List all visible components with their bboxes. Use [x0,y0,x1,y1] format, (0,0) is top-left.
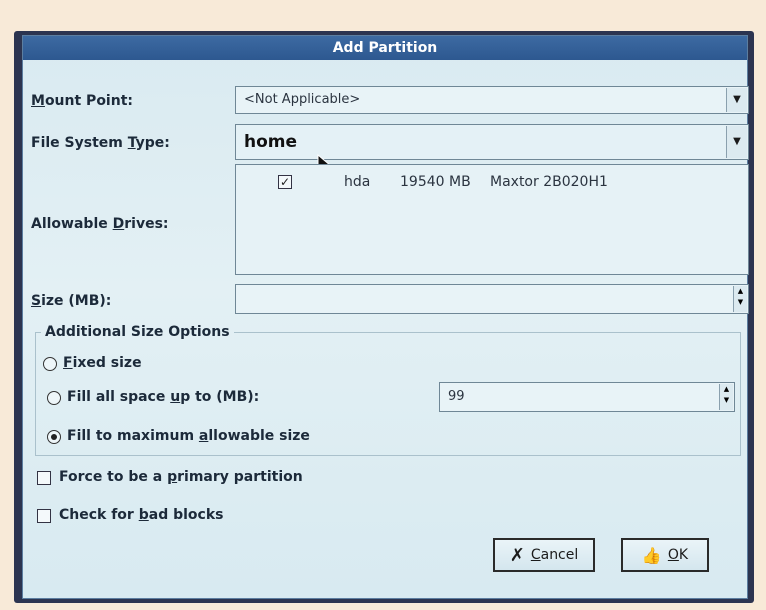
add-partition-dialog: Add Partition Mount Point: <Not Applicab… [22,35,749,599]
drive-checkbox[interactable]: ✓ [278,175,292,189]
fill-up-to-radio[interactable] [47,391,61,405]
chevron-down-icon[interactable]: ▼ [726,88,747,112]
fixed-size-option[interactable]: Fixed size [41,354,241,374]
drive-model: Maxtor 2B020H1 [490,174,608,190]
close-icon: ✗ [509,544,525,566]
drive-row[interactable]: ✓ hda 19540 MB Maxtor 2B020H1 [236,171,746,195]
ok-label: OK [667,547,689,563]
ok-button[interactable]: 👍 OK [621,538,709,572]
size-label: Size (MB): [31,293,112,309]
fill-max-label: Fill to maximum allowable size [67,428,310,444]
spin-down-icon[interactable]: ▼ [720,395,733,406]
size-spinner-buttons[interactable]: ▲ ▼ [733,286,747,312]
fixed-size-radio[interactable] [43,357,57,371]
drives-list[interactable]: ✓ hda 19540 MB Maxtor 2B020H1 [235,164,749,275]
spin-down-icon[interactable]: ▼ [734,297,747,308]
fs-type-value: home [244,132,298,152]
fill-max-radio[interactable] [47,430,61,444]
fill-up-to-label: Fill all space up to (MB): [67,389,260,405]
ok-hand-icon: 👍 [641,545,662,565]
primary-partition-label: Force to be a primary partition [59,469,303,485]
fs-type-combo[interactable]: home ▼ [235,124,749,160]
mount-point-label: Mount Point: [31,93,133,109]
fixed-size-label: Fixed size [63,355,142,371]
primary-partition-option[interactable]: Force to be a primary partition [35,468,335,488]
bad-blocks-option[interactable]: Check for bad blocks [35,506,335,526]
spin-up-icon[interactable]: ▲ [734,286,747,297]
bad-blocks-label: Check for bad blocks [59,507,224,523]
fill-up-to-option[interactable]: Fill all space up to (MB): [41,388,341,408]
chevron-down-icon[interactable]: ▼ [726,126,747,158]
additional-size-title: Additional Size Options [41,324,234,340]
fill-up-to-input[interactable]: 99 ▲ ▼ [439,382,735,412]
drive-size: 19540 MB [400,174,471,190]
dialog-title: Add Partition [23,36,747,60]
spin-up-icon[interactable]: ▲ [720,384,733,395]
fill-up-to-value: 99 [448,389,465,404]
mount-point-combo[interactable]: <Not Applicable> ▼ [235,86,749,114]
drive-device: hda [344,174,371,190]
fill-up-to-spinner-buttons[interactable]: ▲ ▼ [719,384,733,410]
primary-partition-checkbox[interactable] [37,471,51,485]
cancel-label: Cancel [530,547,579,563]
cancel-button[interactable]: ✗ Cancel [493,538,595,572]
size-input[interactable]: ▲ ▼ [235,284,749,314]
mount-point-value: <Not Applicable> [244,92,361,107]
fill-max-option[interactable]: Fill to maximum allowable size [41,427,361,447]
bad-blocks-checkbox[interactable] [37,509,51,523]
allowable-drives-label: Allowable Drives: [31,216,169,232]
fs-type-label: File System Type: [31,135,170,151]
